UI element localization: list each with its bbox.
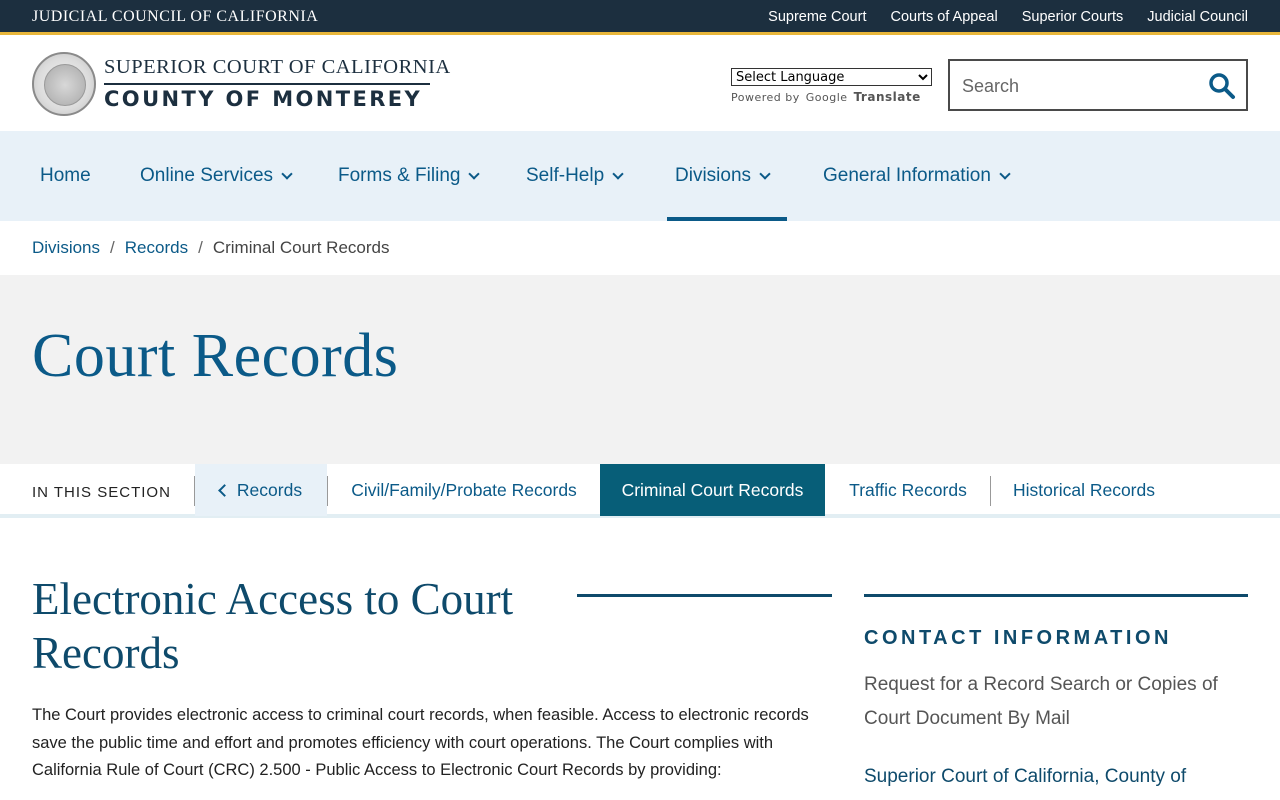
chevron-down-icon xyxy=(612,167,624,180)
site-header: SUPERIOR COURT OF CALIFORNIA COUNTY OF M… xyxy=(0,38,1280,131)
section-tab-civil-family-probate[interactable]: Civil/Family/Probate Records xyxy=(328,464,600,516)
top-links: Supreme Court Courts of Appeal Superior … xyxy=(768,9,1248,25)
nav-item-self-help[interactable]: Self-Help xyxy=(526,131,624,221)
nav-item-divisions[interactable]: Divisions xyxy=(666,131,788,221)
nav-item-label: General Information xyxy=(823,165,991,186)
logo-divider xyxy=(104,83,430,85)
section-tab-label: Traffic Records xyxy=(849,479,967,500)
breadcrumb: Divisions / Records / Criminal Court Rec… xyxy=(32,238,389,258)
nav-item-label: Self-Help xyxy=(526,165,605,186)
sidebar-rule xyxy=(864,594,1248,597)
google-logo: Google xyxy=(805,91,848,104)
content-body: The Court provides electronic access to … xyxy=(32,706,809,779)
chevron-down-icon xyxy=(468,167,481,180)
section-back-records[interactable]: Records xyxy=(195,464,327,516)
chevron-down-icon xyxy=(999,167,1011,180)
breadcrumb-current: Criminal Court Records xyxy=(212,238,390,257)
search-box xyxy=(948,59,1248,111)
nav-item-label: Online Services xyxy=(140,165,274,186)
page-title: Court Records xyxy=(32,322,399,390)
section-tab-label: Historical Records xyxy=(1013,479,1155,500)
nav-item-label: Divisions xyxy=(675,165,752,186)
language-selector: Select Language xyxy=(731,68,932,86)
chevron-down-icon xyxy=(759,167,771,180)
record-search-link[interactable]: Request for a Record Search or Copies of… xyxy=(864,668,1248,736)
section-nav: IN THIS SECTION Records Civil/Family/Pro… xyxy=(0,464,1280,518)
breadcrumb-records[interactable]: Records xyxy=(125,238,188,258)
powered-by-label: Powered by xyxy=(731,91,800,104)
top-bar: JUDICIAL COUNCIL OF CALIFORNIA Supreme C… xyxy=(0,0,1280,35)
contact-address-text: Superior Court of California, County of xyxy=(864,766,1187,787)
nav-item-forms-filing[interactable]: Forms & Filing xyxy=(338,131,481,221)
judicial-council-title[interactable]: JUDICIAL COUNCIL OF CALIFORNIA xyxy=(32,8,318,26)
nav-item-general-information[interactable]: General Information xyxy=(823,131,1011,221)
nav-item-home[interactable]: Home xyxy=(40,131,91,221)
search-input[interactable] xyxy=(962,73,1202,99)
top-link-judicial-council[interactable]: Judicial Council xyxy=(1147,9,1248,25)
powered-by-google: Powered by Google Translate xyxy=(731,90,921,104)
language-select[interactable]: Select Language xyxy=(731,68,932,86)
top-link-supreme-court[interactable]: Supreme Court xyxy=(768,9,866,25)
translate-link[interactable]: Translate xyxy=(854,90,921,104)
main-nav: Home Online Services Forms & Filing Self… xyxy=(0,131,1280,221)
chevron-left-icon xyxy=(218,483,231,497)
section-tab-traffic-records[interactable]: Traffic Records xyxy=(826,464,990,516)
search-icon[interactable] xyxy=(1208,72,1236,100)
nav-item-online-services[interactable]: Online Services xyxy=(140,131,293,221)
court-name-line2[interactable]: COUNTY OF MONTEREY xyxy=(104,87,422,111)
court-name-line1[interactable]: SUPERIOR COURT OF CALIFORNIA xyxy=(104,56,451,79)
nav-item-label: Home xyxy=(40,165,91,186)
section-tab-label: Civil/Family/Probate Records xyxy=(351,479,577,500)
section-tab-historical-records[interactable]: Historical Records xyxy=(991,464,1177,516)
top-link-superior-courts[interactable]: Superior Courts xyxy=(1022,9,1124,25)
nav-item-label: Forms & Filing xyxy=(338,165,461,186)
page-hero: Court Records xyxy=(0,275,1280,464)
section-tab-criminal-court-records[interactable]: Criminal Court Records xyxy=(600,464,825,516)
court-seal-logo[interactable] xyxy=(32,52,96,116)
title-rule xyxy=(577,594,832,597)
content-title: Electronic Access to Court Records xyxy=(32,574,514,678)
section-nav-label: IN THIS SECTION xyxy=(32,484,171,501)
breadcrumb-divisions[interactable]: Divisions xyxy=(32,238,100,258)
contact-information-heading: CONTACT INFORMATION xyxy=(864,627,1172,649)
section-tab-label: Criminal Court Records xyxy=(621,479,804,500)
top-link-courts-of-appeal[interactable]: Courts of Appeal xyxy=(890,9,997,25)
breadcrumb-separator: / xyxy=(198,238,203,257)
breadcrumb-separator: / xyxy=(110,238,115,257)
chevron-down-icon xyxy=(281,167,293,180)
section-back-label: Records xyxy=(236,479,303,500)
